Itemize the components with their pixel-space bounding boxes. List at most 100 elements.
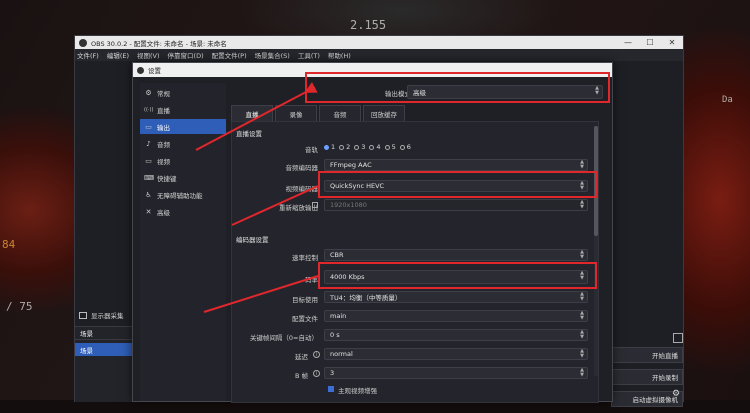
updown-icon: ▲ ▼ <box>580 367 584 378</box>
updown-icon: ▲ ▼ <box>580 329 584 340</box>
video-encoder-label: 视频编码器 <box>285 185 319 193</box>
bframes-value: 3 <box>330 369 335 377</box>
rescale-resolution-value: 1920x1080 <box>330 201 367 209</box>
audio-track-radio[interactable]: 2 <box>339 143 350 151</box>
close-icon[interactable]: ✕ <box>661 38 683 47</box>
info-icon[interactable]: i <box>313 370 320 377</box>
nav-item-video[interactable]: ▭ 视频 <box>140 153 226 168</box>
section-encoder-settings: 编码器设置 <box>236 236 269 244</box>
audio-track-radio[interactable]: 4 <box>369 143 381 151</box>
tab-recording[interactable]: 录像 <box>275 105 317 121</box>
latency-value: normal <box>330 350 353 358</box>
highlight-video-encoder <box>318 171 597 198</box>
monitor-icon <box>79 311 87 319</box>
nav-item-advanced[interactable]: ✕ 高级 <box>140 204 226 219</box>
bframes-input[interactable]: 3 ▲ ▼ <box>324 367 588 379</box>
audio-track-radio[interactable]: 3 <box>354 143 365 151</box>
rate-control-label: 速率控制 <box>292 254 318 262</box>
updown-icon: ▲ ▼ <box>580 310 584 321</box>
scene-list-item[interactable]: 场景 <box>75 343 135 356</box>
radio-circle <box>399 144 405 150</box>
audio-track-radio[interactable]: 6 <box>399 143 411 151</box>
updown-icon: ▲ ▼ <box>580 249 584 260</box>
obs-menubar: 文件(F) 编辑(E) 视图(V) 停靠窗口(D) 配置文件(P) 场景集合(S… <box>75 49 683 61</box>
updown-icon: ▲ ▼ <box>580 291 584 302</box>
gear-icon: ⚙ <box>145 88 152 97</box>
target-usage-select[interactable]: TU4：均衡（中等质量） ▲ ▼ <box>324 291 588 303</box>
tab-streaming[interactable]: 直播 <box>231 105 273 121</box>
obs-titlebar: OBS 30.0.2 - 配置文件: 未命名 - 场景: 未命名 — ☐ ✕ <box>75 36 683 49</box>
preview-source-label[interactable]: 显示器采集 <box>75 309 139 321</box>
rate-control-value: CBR <box>330 251 344 259</box>
keyframe-interval-label: 关键帧间隔（0=自动） <box>249 334 318 342</box>
radio-circle <box>384 144 390 150</box>
maximize-icon[interactable]: ☐ <box>639 38 661 47</box>
nav-item-stream[interactable]: ((·)) 直播 <box>140 102 226 117</box>
profile-select[interactable]: main ▲ ▼ <box>324 310 588 322</box>
track-number: 1 <box>331 143 336 151</box>
scenes-dock: 场景 场景 <box>75 326 135 402</box>
nav-item-hotkeys[interactable]: ⌨ 快捷键 <box>140 170 226 185</box>
obs-app-icon <box>137 66 144 74</box>
tab-replay-buffer[interactable]: 回放缓存 <box>363 105 405 121</box>
menu-profile[interactable]: 配置文件(P) <box>212 50 247 60</box>
menu-file[interactable]: 文件(F) <box>77 50 99 60</box>
info-icon[interactable]: i <box>313 351 320 358</box>
nav-item-output[interactable]: ▭ 输出 <box>140 119 226 134</box>
menu-scene-collection[interactable]: 场景集合(S) <box>255 50 290 60</box>
track-number: 4 <box>376 143 381 151</box>
dock-float-icon[interactable] <box>673 333 683 343</box>
updown-icon: ▲ ▼ <box>580 199 584 210</box>
audio-track-radios: 1 2 3 4 5 6 <box>324 143 415 151</box>
audio-track-radio[interactable]: 1 <box>324 143 335 151</box>
controls-dock: 开始直播 开始录制 启动虚拟摄像机 <box>611 333 683 413</box>
profile-value: main <box>330 312 347 320</box>
monitor-icon: ▭ <box>145 156 152 165</box>
radio-circle <box>339 144 345 150</box>
nav-item-audio[interactable]: ♪ 音频 <box>140 136 226 151</box>
keyframe-interval-input[interactable]: 0 s ▲ ▼ <box>324 329 588 341</box>
menu-tools[interactable]: 工具(T) <box>298 50 320 60</box>
nav-label: 音频 <box>157 140 170 149</box>
output-icon: ▭ <box>145 122 152 131</box>
preview-source-name: 显示器采集 <box>91 312 124 320</box>
bframes-label: B 帧 <box>294 372 308 380</box>
nav-label: 直播 <box>157 106 170 115</box>
profile-label: 配置文件 <box>292 315 318 323</box>
track-number: 5 <box>391 143 396 151</box>
menu-docks[interactable]: 停靠窗口(D) <box>168 50 204 60</box>
rescale-resolution-select[interactable]: 1920x1080 ▲ ▼ <box>324 199 588 211</box>
latency-select[interactable]: normal ▲ ▼ <box>324 348 588 360</box>
menu-view[interactable]: 视图(V) <box>137 50 160 60</box>
updown-icon: ▲ ▼ <box>580 348 584 359</box>
section-streaming-settings: 直播设置 <box>236 130 262 138</box>
subjective-enhancement-checkbox[interactable] <box>328 386 334 392</box>
nav-item-general[interactable]: ⚙ 常规 <box>140 85 226 100</box>
target-usage-value: TU4：均衡（中等质量） <box>330 294 402 302</box>
tab-audio[interactable]: 音频 <box>319 105 361 121</box>
keyboard-icon: ⌨ <box>144 173 155 182</box>
menu-help[interactable]: 帮助(H) <box>328 50 351 60</box>
settings-scrollbar[interactable] <box>594 126 598 376</box>
track-number: 6 <box>406 143 411 151</box>
start-streaming-button[interactable]: 开始直播 <box>611 347 683 363</box>
minimize-icon[interactable]: — <box>617 38 639 47</box>
nav-label: 常规 <box>157 89 170 98</box>
subjective-enhancement-label: 主观视频增强 <box>338 387 377 395</box>
menu-edit[interactable]: 编辑(E) <box>107 50 129 60</box>
audio-track-radio[interactable]: 5 <box>384 143 396 151</box>
accessibility-icon: ♿ <box>145 190 152 199</box>
start-recording-button[interactable]: 开始录制 <box>611 369 683 385</box>
nav-label: 无障碍辅助功能 <box>157 191 203 200</box>
output-tabs: 直播 录像 音频 回放缓存 <box>231 105 407 121</box>
audio-encoder-value: FFmpeg AAC <box>330 161 372 169</box>
wrench-icon: ✕ <box>145 207 152 216</box>
wallpaper-number: / 75 <box>6 300 33 313</box>
audio-encoder-select[interactable]: FFmpeg AAC ▲ ▼ <box>324 159 588 171</box>
latency-label: 延迟 <box>295 353 308 361</box>
gear-icon[interactable]: ⚙ <box>671 389 681 399</box>
highlight-bitrate <box>318 262 597 289</box>
rescale-output-checkbox[interactable] <box>312 202 318 208</box>
nav-item-accessibility[interactable]: ♿ 无障碍辅助功能 <box>140 187 226 202</box>
rate-control-select[interactable]: CBR ▲ ▼ <box>324 249 588 261</box>
